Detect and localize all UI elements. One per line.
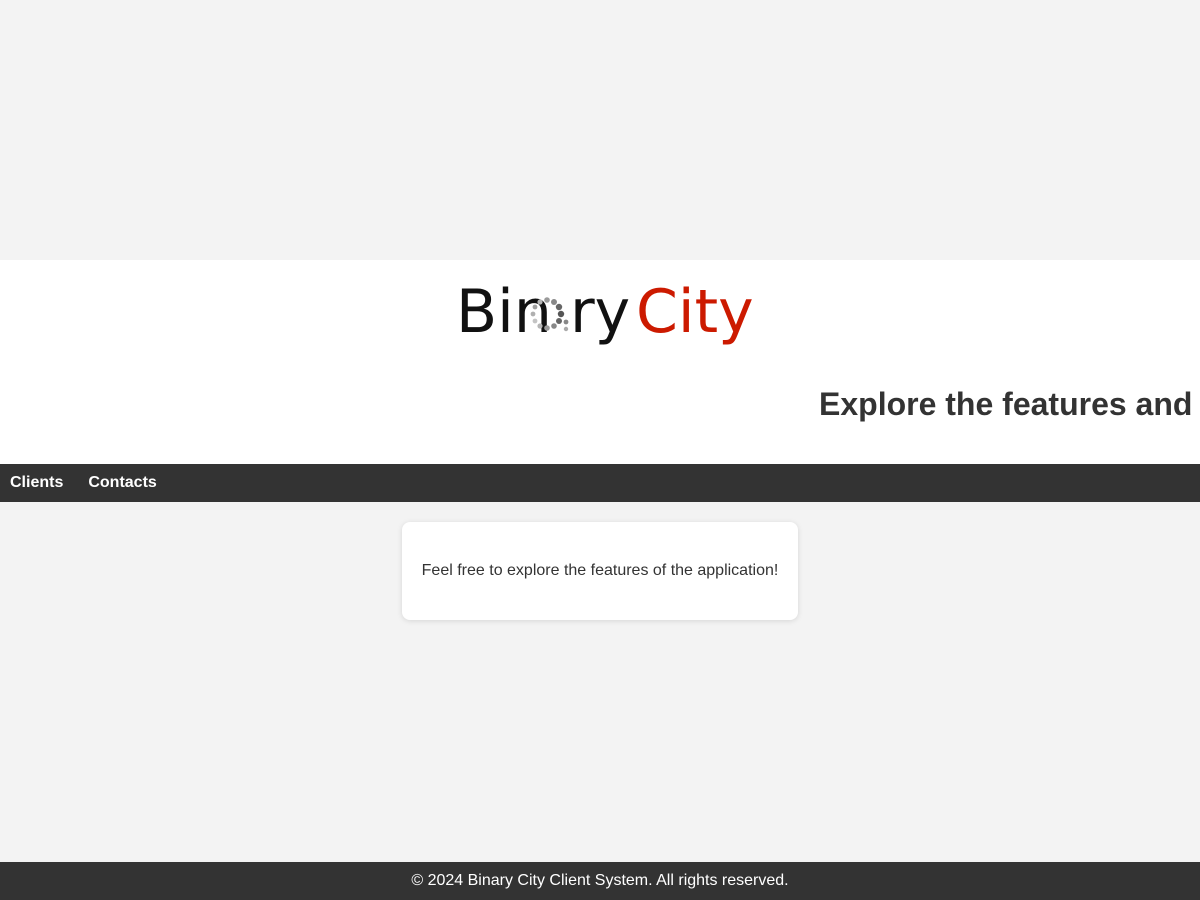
site-header: Bin ry City Explore the features and <box>0 260 1200 464</box>
logo-text-ry: ry <box>570 278 630 347</box>
scrolling-marquee-text: Explore the features and <box>819 386 1193 422</box>
site-footer: © 2024 Binary City Client System. All ri… <box>0 862 1200 900</box>
top-spacer <box>0 0 1200 260</box>
footer-copyright: © 2024 Binary City Client System. All ri… <box>411 872 789 889</box>
binary-city-logo: Bin ry City <box>456 278 754 347</box>
nav-link-clients[interactable]: Clients <box>10 464 63 502</box>
welcome-card: Feel free to explore the features of the… <box>402 522 798 620</box>
logo-text-bin: Bin <box>456 278 552 347</box>
logo-text-city: City <box>636 278 754 347</box>
main-nav: Clients Contacts <box>0 464 1200 502</box>
nav-link-contacts[interactable]: Contacts <box>88 464 156 502</box>
main-content: Feel free to explore the features of the… <box>0 502 1200 862</box>
welcome-message: Feel free to explore the features of the… <box>421 562 779 579</box>
